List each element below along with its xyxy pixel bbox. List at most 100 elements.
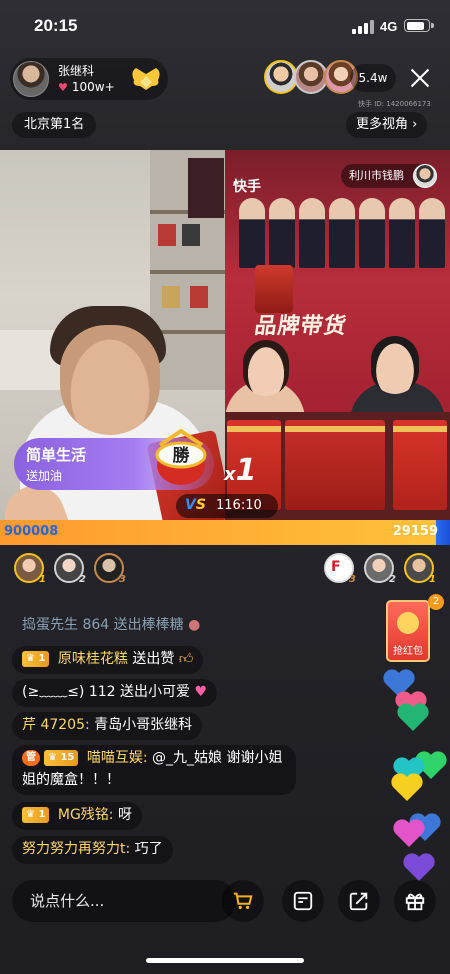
chat-message: 努力努力再努力t: 巧了 — [12, 836, 173, 864]
chat-username[interactable]: 原味桂花糕 — [58, 651, 128, 667]
opponent-video[interactable]: 快手 品牌带货 — [225, 150, 450, 520]
board-icon — [293, 891, 313, 911]
admin-badge: 管 — [22, 750, 40, 766]
chat-message: 芹 47205: 青岛小哥张继科 — [12, 712, 203, 740]
lollipop-icon: ● — [188, 617, 201, 633]
chat-text: 捣蛋先生 864 送出棒棒糖 — [22, 617, 184, 633]
chat-username[interactable]: 努力努力再努力t: — [22, 841, 130, 857]
follow-wings-icon[interactable] — [128, 66, 164, 92]
product-box — [285, 420, 385, 510]
host-name: 张继科 — [58, 64, 95, 78]
host-info[interactable]: 张继科 ♥ 100w+ — [10, 58, 168, 100]
rank-badge[interactable]: 北京第1名 — [12, 112, 97, 138]
multiplier-value: 1 — [235, 453, 257, 488]
pk-left-fill — [0, 520, 436, 545]
level-badge: ♛ 1 — [22, 651, 50, 667]
product-box — [255, 265, 293, 313]
thumbs-up-icon: 👍︎ — [178, 651, 194, 667]
host-likes: ♥ 100w+ — [58, 80, 115, 94]
chat-text: 青岛小哥张继科 — [94, 717, 193, 733]
comment-input[interactable]: 说点什么... — [12, 880, 236, 922]
anchor-female-face — [243, 340, 289, 396]
contributor-rank: 1 — [39, 574, 46, 585]
drum-gift-icon: 勝 — [155, 428, 207, 485]
close-icon[interactable] — [406, 64, 434, 92]
chat-message: ♛ 1 MG残铭: 呀 — [12, 802, 142, 830]
gift-multiplier: x1 — [224, 453, 257, 488]
kuaishou-id: 快手 ID: 1420066173 — [358, 100, 431, 108]
contributor-avatar[interactable]: 3 — [94, 553, 126, 585]
share-icon — [349, 892, 368, 911]
pk-left-score: 900008 — [4, 524, 59, 539]
gift-icon — [405, 893, 425, 911]
share-button[interactable] — [338, 880, 380, 922]
tools-button[interactable] — [282, 880, 324, 922]
host-avatar[interactable] — [13, 61, 49, 97]
floating-heart-icon — [391, 773, 423, 801]
red-packet-count: 2 — [428, 594, 444, 610]
level-badge: ♛ 1 — [22, 807, 50, 823]
contributor-avatar[interactable]: F3 — [324, 553, 356, 585]
anchor-male-face — [371, 336, 419, 394]
contributor-rank: 3 — [349, 574, 356, 585]
gift-icon-text: 勝 — [173, 445, 191, 466]
contributor-avatar[interactable]: 1 — [14, 553, 46, 585]
chat-message: 管 ♛ 15 喵喵互娱: @_九_姑娘 谢谢小姐姐的魔盒！！！ — [12, 745, 296, 795]
chat-username[interactable]: (≥﹏﹏≤) 112 — [22, 684, 116, 700]
floating-heart-icon — [397, 703, 429, 731]
chevron-right-icon: › — [412, 117, 418, 132]
more-views-button[interactable]: 更多视角 › — [346, 112, 428, 138]
chat-text: 送出小可爱 — [120, 684, 191, 700]
contributor-rank: 2 — [389, 574, 396, 585]
chat-username[interactable]: 喵喵互娱: — [87, 750, 148, 766]
gift-sender: 简单生活 — [26, 446, 87, 464]
shop-cart-button[interactable] — [222, 880, 264, 922]
contributor-rank: 3 — [119, 574, 126, 585]
contributor-rank: 1 — [429, 574, 436, 585]
pk-right-fill — [436, 520, 450, 545]
pk-right-score: 29159 — [392, 524, 438, 539]
contributor-avatar[interactable]: 2 — [364, 553, 396, 585]
pk-timer: VS 116:10 — [176, 494, 278, 518]
product-box — [393, 420, 447, 510]
floating-heart-icon — [393, 819, 425, 847]
gift-action: 送加油 — [26, 469, 63, 483]
signal-icon — [352, 20, 374, 34]
red-packet-button[interactable]: 抢红包 — [386, 600, 430, 662]
more-views-label: 更多视角 — [356, 117, 409, 132]
opponent-avatar[interactable] — [413, 164, 437, 188]
chat-message: ♛ 1 原味桂花糕 送出赞 👍︎ — [12, 646, 204, 674]
multiplier-prefix: x — [224, 464, 236, 485]
viewer-count[interactable]: 5.4w — [350, 64, 396, 92]
red-packet-icon — [397, 612, 419, 634]
network-label: 4G — [380, 19, 398, 34]
battery-icon — [404, 19, 434, 32]
red-packet-label: 抢红包 — [393, 646, 423, 657]
viewer-avatar[interactable] — [264, 60, 298, 94]
chat-username[interactable]: MG残铭: — [58, 807, 114, 823]
contributor-rank: 2 — [79, 574, 86, 585]
heart-icon: ♥ — [58, 80, 68, 94]
status-bar: 20:15 4G — [0, 0, 450, 52]
likes-count: 100w+ — [71, 80, 115, 94]
cart-icon — [233, 892, 253, 910]
contributor-avatar[interactable]: 2 — [54, 553, 86, 585]
contributor-avatar[interactable]: 1 — [404, 553, 436, 585]
banner-people — [225, 198, 450, 268]
fila-logo: F — [331, 559, 341, 575]
status-time: 20:15 — [34, 16, 78, 35]
gift-button[interactable] — [394, 880, 436, 922]
chat-text: 呀 — [117, 807, 132, 823]
vs-icon: VS — [185, 497, 206, 513]
pk-score-bar: 900008 29159 — [0, 520, 450, 545]
chat-text: 巧了 — [134, 841, 163, 857]
home-indicator — [146, 958, 304, 963]
chat-username[interactable]: 芹 47205: — [22, 717, 90, 733]
host-face — [60, 325, 160, 435]
chat-message: (≥﹏﹏≤) 112 送出小可爱 ♥ — [12, 679, 218, 707]
chat-text: 送出赞 — [132, 651, 175, 667]
level-badge: ♛ 15 — [44, 750, 79, 766]
chat-message: 捣蛋先生 864 送出棒棒糖 ● — [12, 612, 210, 640]
viewer-avatar[interactable] — [294, 60, 328, 94]
background-poster — [188, 158, 224, 218]
